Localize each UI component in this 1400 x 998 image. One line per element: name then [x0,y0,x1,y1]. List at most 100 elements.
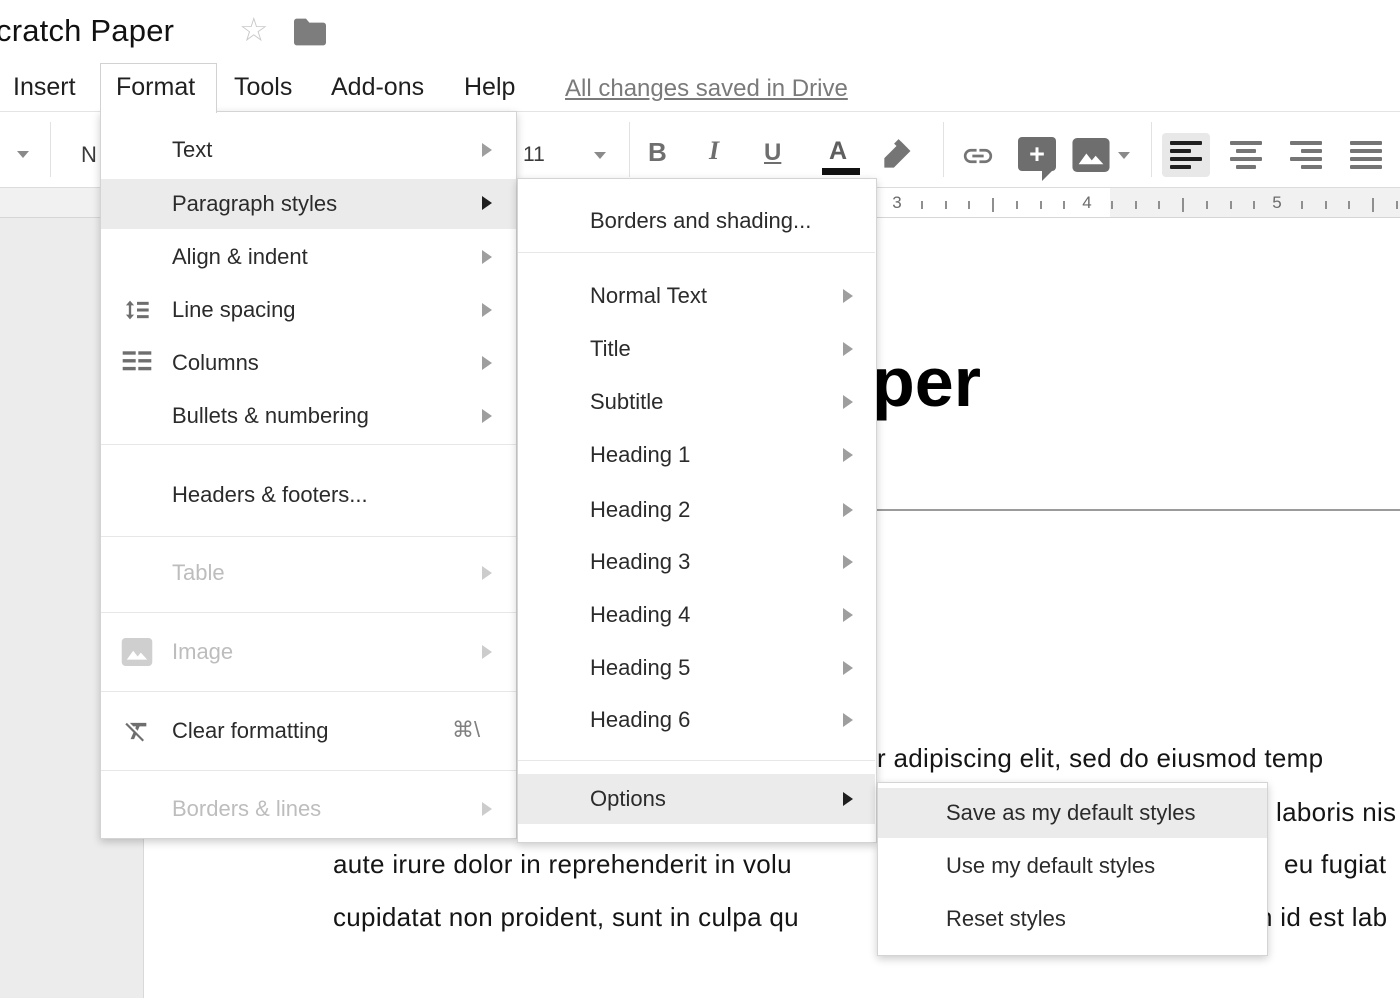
menu-item-bullets-numbering[interactable]: Bullets & numbering [101,391,516,441]
ruler-number: 4 [1082,193,1091,213]
menu-item-subtitle[interactable]: Subtitle [518,377,875,427]
align-center-icon [1230,141,1262,169]
folder-icon[interactable] [294,18,326,46]
font-size-value[interactable]: 11 [523,143,545,167]
menu-item-align-indent[interactable]: Align & indent [101,232,516,282]
submenu-arrow-icon [843,503,853,517]
menu-item-borders-lines: Borders & lines [101,784,516,834]
menubar-item-addons[interactable]: Add-ons [331,73,424,102]
align-left-button[interactable] [1162,133,1210,177]
submenu-arrow-icon [482,250,492,264]
menu-item-heading-5[interactable]: Heading 5 [518,643,875,693]
menu-item-normal-text[interactable]: Normal Text [518,271,875,321]
menu-item-headers-footers[interactable]: Headers & footers... [101,470,516,520]
ruler-tick [968,201,970,209]
submenu-arrow-icon [482,802,492,816]
ruler-tick [1301,201,1303,209]
insert-image-button[interactable] [1072,138,1110,172]
underline-button[interactable]: U [764,139,781,167]
align-right-icon [1290,141,1322,169]
save-status-link[interactable]: All changes saved in Drive [565,75,848,103]
toolbar-separator [1151,122,1152,177]
submenu-arrow-icon [843,792,853,806]
menu-item-table: Table [101,548,516,598]
ruler-number: 3 [892,193,901,213]
menubar-item-format[interactable]: Format [116,73,195,102]
ruler-tick [1372,198,1374,212]
align-center-button[interactable] [1222,133,1270,177]
ruler-tick [1135,201,1137,209]
submenu-arrow-icon [482,566,492,580]
menu-item-paragraph-styles[interactable]: Paragraph styles [101,179,516,229]
toolbar-separator [50,122,51,177]
menu-item-image: Image [101,627,516,677]
menu-separator [101,691,516,692]
submenu-arrow-icon [482,196,492,210]
document-title[interactable]: cratch Paper [0,13,174,49]
ruler-tick [1396,201,1398,209]
menu-item-options[interactable]: Options [518,774,875,824]
menu-item-use-default-styles[interactable]: Use my default styles [878,841,1267,891]
menu-item-heading-4[interactable]: Heading 4 [518,590,875,640]
italic-button[interactable]: I [709,136,719,166]
submenu-arrow-icon [843,661,853,675]
submenu-arrow-icon [482,143,492,157]
shortcut-label: ⌘\ [452,717,480,743]
menubar-item-help[interactable]: Help [464,73,515,102]
menu-separator [518,760,875,761]
menubar-item-tools[interactable]: Tools [234,73,292,102]
menu-separator [101,770,516,771]
ruler-tick [1158,201,1160,209]
menu-item-title[interactable]: Title [518,324,875,374]
ruler-tick [1040,201,1042,209]
toolbar-separator [629,122,630,177]
menu-item-borders-and-shading[interactable]: Borders and shading... [518,196,875,246]
columns-icon [118,350,156,376]
doc-line-fragment: n id est lab [1258,902,1387,933]
menu-item-heading-3[interactable]: Heading 3 [518,537,875,587]
menu-item-line-spacing[interactable]: Line spacing [101,285,516,335]
align-right-button[interactable] [1282,133,1330,177]
google-docs-window: cratch Paper ☆ Insert Format Tools Add-o… [0,0,1400,998]
ruler-number: 5 [1272,193,1281,213]
menu-separator [518,252,875,253]
submenu-arrow-icon [482,645,492,659]
doc-title-text-fragment: per [872,342,981,422]
insert-image-caret-icon[interactable] [1118,152,1130,159]
menu-separator [101,444,516,445]
menu-item-reset-styles[interactable]: Reset styles [878,894,1267,944]
align-justify-icon [1350,141,1382,169]
add-comment-button[interactable]: + [1018,137,1056,171]
ruler-tick [992,198,994,212]
toolbar-dropdown-caret-icon[interactable] [17,151,29,158]
align-justify-button[interactable] [1342,133,1390,177]
ruler-tick [1348,201,1350,209]
submenu-arrow-icon [843,289,853,303]
bold-button[interactable]: B [648,137,667,168]
doc-line-fragment: aute irure dolor in reprehenderit in vol… [333,849,792,880]
insert-link-button[interactable] [955,139,1001,173]
menu-separator [101,536,516,537]
ruler-tick [1325,201,1327,209]
highlight-button[interactable] [878,136,916,174]
menubar-item-insert[interactable]: Insert [13,73,76,102]
image-menu-icon [118,638,156,666]
line-spacing-icon [118,296,156,324]
ruler-tick [1182,198,1184,212]
ruler-tick [1230,201,1232,209]
menu-item-heading-6[interactable]: Heading 6 [518,695,875,745]
toolbar-separator [943,122,944,177]
menu-item-text[interactable]: Text [101,125,516,175]
ruler-tick [945,201,947,209]
submenu-arrow-icon [843,395,853,409]
ruler-tick [1063,201,1065,209]
menu-item-columns[interactable]: Columns [101,338,516,388]
submenu-arrow-icon [843,448,853,462]
font-size-caret-icon[interactable] [594,152,606,159]
paragraph-style-selector[interactable]: N [81,142,97,168]
menu-item-save-as-default-styles[interactable]: Save as my default styles [878,788,1267,838]
menu-item-heading-1[interactable]: Heading 1 [518,430,875,480]
star-icon[interactable]: ☆ [239,13,269,46]
menu-item-heading-2[interactable]: Heading 2 [518,485,875,535]
text-color-button[interactable]: A [829,137,847,166]
